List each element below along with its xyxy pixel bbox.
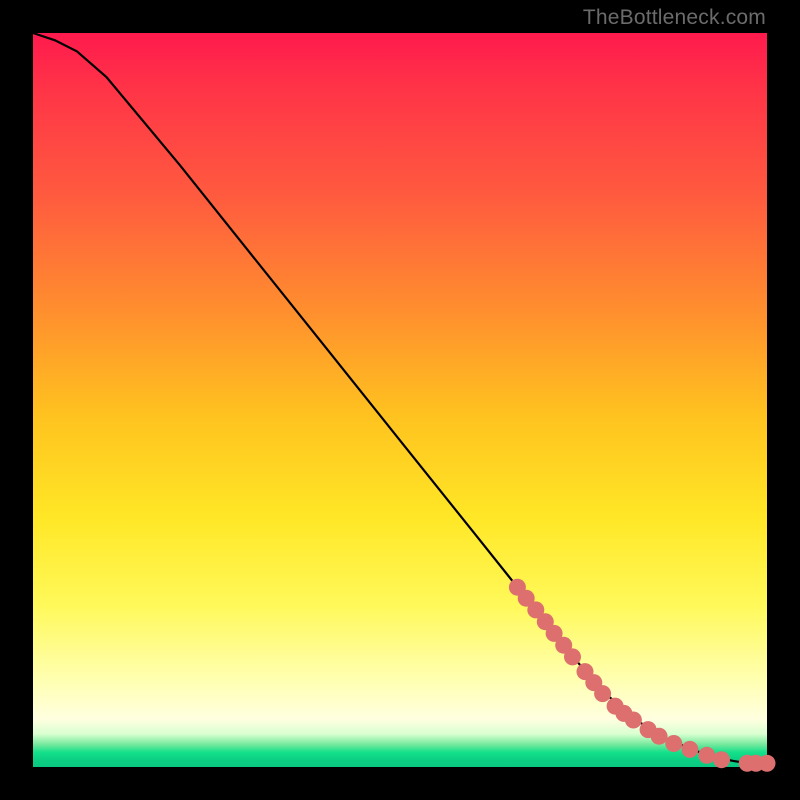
data-marker bbox=[651, 728, 668, 745]
data-marker bbox=[681, 741, 698, 758]
watermark-text: TheBottleneck.com bbox=[583, 6, 766, 30]
data-marker bbox=[665, 735, 682, 752]
markers-group bbox=[509, 579, 776, 772]
chart-frame: TheBottleneck.com bbox=[0, 0, 800, 800]
data-marker bbox=[564, 648, 581, 665]
data-marker bbox=[698, 747, 715, 764]
data-marker bbox=[759, 755, 776, 772]
data-marker bbox=[594, 685, 611, 702]
data-marker bbox=[713, 751, 730, 768]
chart-svg bbox=[33, 33, 767, 767]
data-marker bbox=[625, 712, 642, 729]
curve-line bbox=[33, 33, 767, 763]
